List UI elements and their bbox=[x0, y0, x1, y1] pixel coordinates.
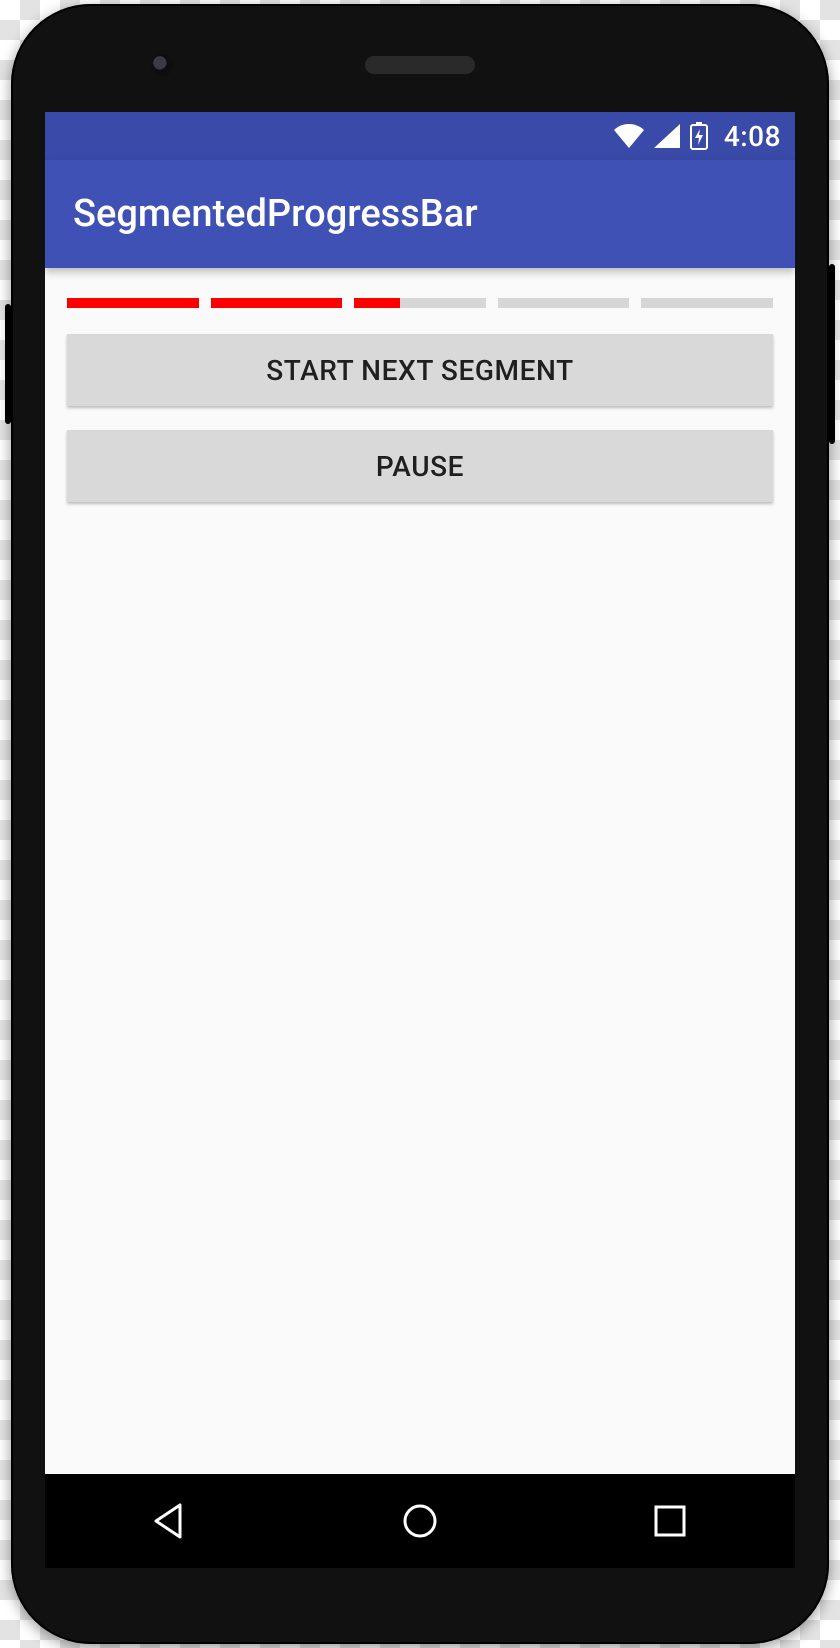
phone-frame: 4:08 SegmentedProgressBar START NEXT SEG… bbox=[11, 4, 829, 1644]
wifi-icon bbox=[614, 124, 644, 148]
nav-recent-icon[interactable] bbox=[650, 1501, 690, 1541]
phone-side-button-right bbox=[829, 264, 835, 444]
content-area: START NEXT SEGMENT PAUSE bbox=[45, 268, 795, 556]
battery-charging-icon bbox=[690, 122, 708, 150]
phone-camera bbox=[151, 54, 173, 76]
signal-icon bbox=[654, 124, 680, 148]
nav-home-icon[interactable] bbox=[400, 1501, 440, 1541]
status-bar: 4:08 bbox=[45, 112, 795, 160]
status-time: 4:08 bbox=[724, 120, 781, 153]
phone-earpiece bbox=[365, 56, 475, 74]
phone-side-button-left bbox=[5, 304, 11, 424]
app-bar: SegmentedProgressBar bbox=[45, 160, 795, 268]
progress-segment bbox=[211, 298, 343, 308]
app-title: SegmentedProgressBar bbox=[73, 192, 478, 236]
start-next-segment-button[interactable]: START NEXT SEGMENT bbox=[67, 334, 773, 406]
progress-segment bbox=[498, 298, 630, 308]
segmented-progress-bar bbox=[67, 298, 773, 308]
system-nav-bar bbox=[45, 1474, 795, 1568]
screen: 4:08 SegmentedProgressBar START NEXT SEG… bbox=[45, 112, 795, 1474]
progress-segment bbox=[641, 298, 773, 308]
progress-segment bbox=[67, 298, 199, 308]
progress-segment bbox=[354, 298, 486, 308]
pause-button[interactable]: PAUSE bbox=[67, 430, 773, 502]
nav-back-icon[interactable] bbox=[150, 1501, 190, 1541]
